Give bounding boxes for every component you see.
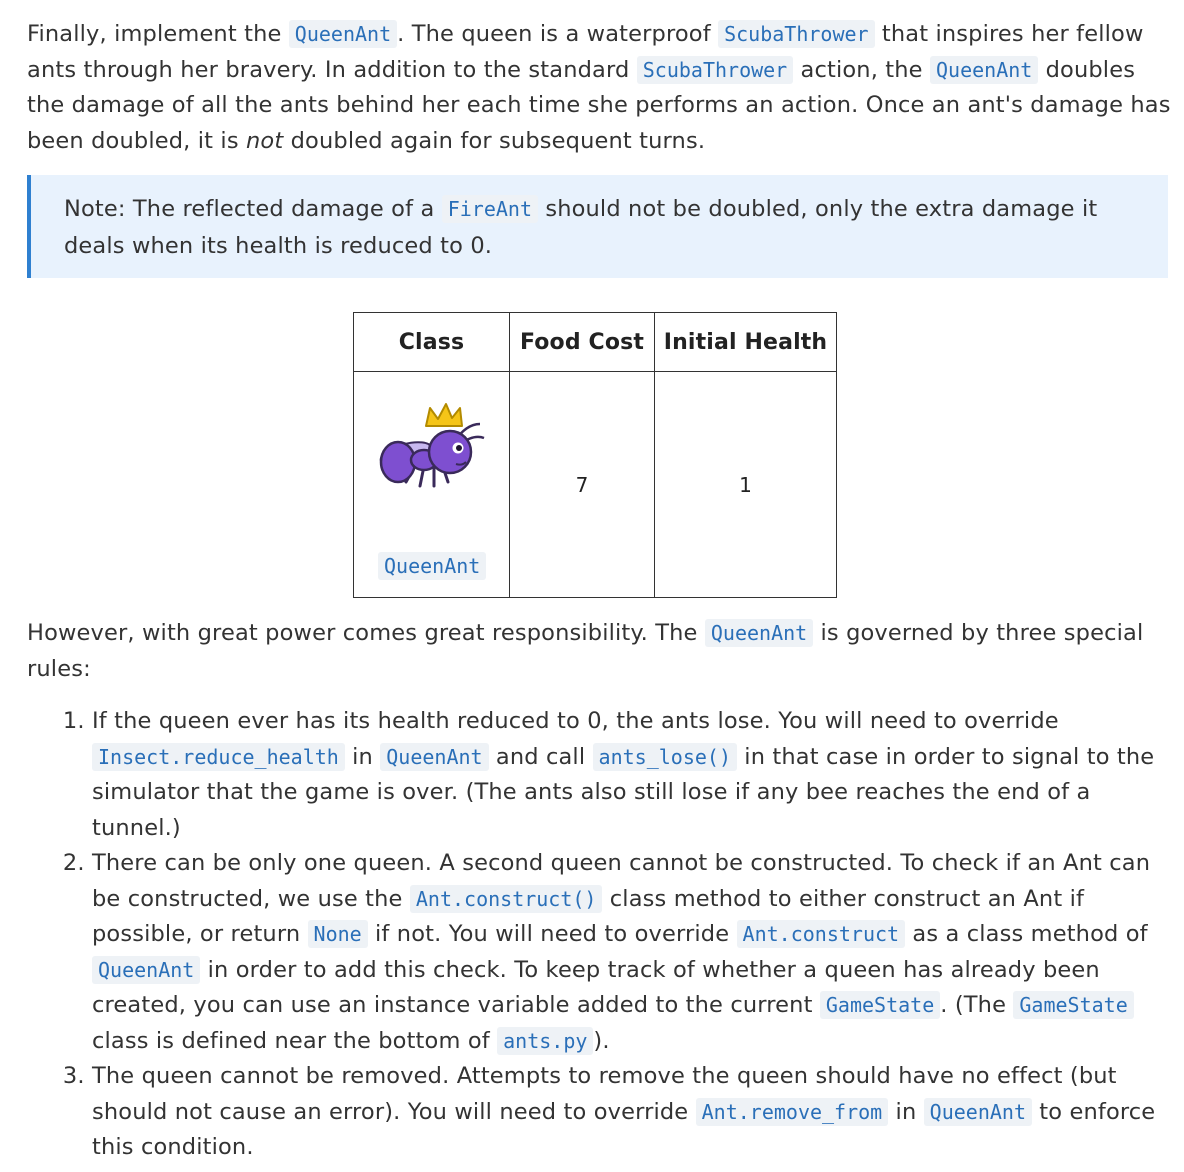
code-queenant: QueenAnt — [380, 742, 489, 771]
food-cost-cell: 7 — [509, 371, 655, 598]
text: If the queen ever has its health reduced… — [92, 708, 1059, 734]
code-scubathrower: ScubaThrower — [718, 20, 875, 48]
header-class: Class — [353, 312, 510, 372]
code-ant-construct: Ant.construct() — [409, 884, 603, 913]
code-fireant: FireAnt — [441, 195, 539, 223]
code-queenant: QueenAnt — [929, 55, 1039, 84]
initial-health-cell: 1 — [654, 371, 837, 598]
text: . The queen is a waterproof — [397, 21, 719, 47]
code-gamestate: GameState — [819, 991, 941, 1019]
code-scubathrower: ScubaThrower — [636, 55, 794, 84]
header-initial-health: Initial Health — [654, 312, 837, 372]
rules-list: If the queen ever has its health reduced… — [27, 704, 1172, 1166]
code-queenant: QueenAnt — [92, 955, 201, 984]
code-none: None — [307, 920, 368, 948]
power-paragraph: However, with great power comes great re… — [27, 616, 1172, 687]
text: class is defined near the bottom of — [92, 1027, 498, 1054]
note-text: Note: The reflected damage of a FireAnt … — [64, 191, 1134, 265]
code-insect-reduce-health: Insect.reduce_health — [92, 742, 345, 771]
text: . (The — [940, 992, 1014, 1018]
code-ants-lose: ants_lose() — [592, 742, 737, 771]
queen-ant-table: Class Food Cost Initial Health QueenAnt … — [353, 312, 837, 598]
text: in — [888, 1098, 924, 1125]
text: doubled again for subsequent turns. — [283, 128, 706, 155]
class-cell: QueenAnt — [353, 371, 510, 598]
code-ant-construct: Ant.construct — [736, 920, 906, 948]
text: ). — [593, 1027, 610, 1054]
code-ant-remove-from: Ant.remove_from — [695, 1097, 889, 1126]
code-ants-py: ants.py — [497, 1026, 594, 1055]
text: action, the — [793, 56, 930, 83]
list-item: If the queen ever has its health reduced… — [92, 704, 1172, 846]
header-food-cost: Food Cost — [509, 312, 655, 372]
note-callout: Note: The reflected damage of a FireAnt … — [27, 175, 1168, 278]
list-item: There can be only one queen. A second qu… — [92, 846, 1172, 1059]
text: However, with great power comes great re… — [27, 620, 705, 646]
list-item: The queen cannot be removed. Attempts to… — [92, 1059, 1172, 1166]
table-row: QueenAnt 7 1 — [353, 371, 837, 598]
queen-ant-icon — [379, 403, 485, 488]
code-gamestate: GameState — [1013, 991, 1134, 1019]
code-queenant: QueenAnt — [704, 619, 814, 647]
text: Note: The reflected damage of a — [64, 196, 442, 222]
text: if not. You will need to override — [367, 921, 737, 947]
class-name-label: QueenAnt — [378, 552, 487, 580]
text: Finally, implement the — [27, 21, 289, 47]
emphasis: not — [246, 128, 284, 155]
code-queenant: QueenAnt — [288, 20, 398, 48]
text: in — [344, 743, 381, 770]
text: as a class method of — [905, 921, 1148, 947]
table-header-row: Class Food Cost Initial Health — [353, 312, 837, 372]
code-queenant: QueenAnt — [923, 1097, 1032, 1126]
text: and call — [488, 743, 593, 770]
intro-paragraph: Finally, implement the QueenAnt. The que… — [27, 17, 1172, 160]
